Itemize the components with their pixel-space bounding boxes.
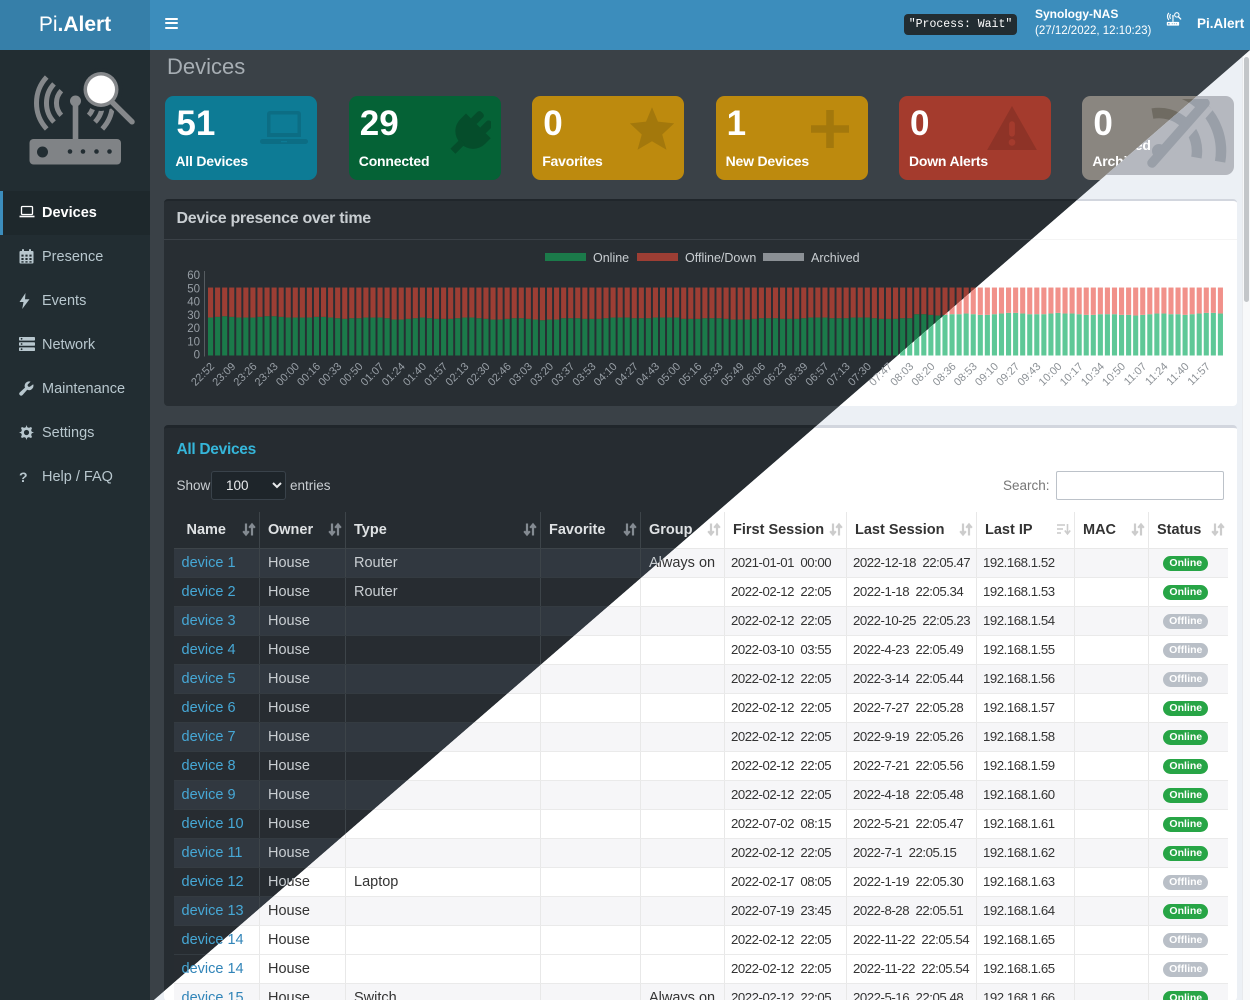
svg-text:08:53: 08:53 <box>951 361 979 389</box>
svg-text:23:26: 23:26 <box>231 361 259 389</box>
svg-text:10:50: 10:50 <box>1100 361 1128 389</box>
svg-text:03:53: 03:53 <box>570 361 598 389</box>
svg-text:01:24: 01:24 <box>379 361 407 389</box>
svg-text:09:43: 09:43 <box>1015 361 1043 389</box>
svg-text:02:30: 02:30 <box>464 361 492 389</box>
svg-text:23:43: 23:43 <box>252 361 280 389</box>
svg-text:02:46: 02:46 <box>485 361 513 389</box>
svg-text:07:13: 07:13 <box>824 361 852 389</box>
svg-text:00:00: 00:00 <box>273 361 301 389</box>
svg-text:05:33: 05:33 <box>697 361 725 389</box>
svg-text:23:09: 23:09 <box>210 361 238 389</box>
svg-text:60: 60 <box>187 270 200 282</box>
svg-text:08:03: 08:03 <box>888 361 916 389</box>
svg-text:09:27: 09:27 <box>994 361 1022 389</box>
svg-text:06:23: 06:23 <box>761 361 789 389</box>
svg-text:Archived: Archived <box>811 251 860 265</box>
svg-text:03:03: 03:03 <box>506 361 534 389</box>
svg-text:?: ? <box>19 469 28 485</box>
svg-text:09:10: 09:10 <box>973 361 1001 389</box>
svg-text:05:49: 05:49 <box>718 361 746 389</box>
svg-text:30: 30 <box>187 310 200 322</box>
svg-text:10: 10 <box>187 336 200 348</box>
svg-text:Online: Online <box>593 251 629 265</box>
svg-text:00:33: 00:33 <box>316 361 344 389</box>
svg-text:10:34: 10:34 <box>1079 361 1107 389</box>
svg-text:0: 0 <box>193 350 199 362</box>
svg-text:02:13: 02:13 <box>443 361 471 389</box>
svg-text:03:20: 03:20 <box>528 361 556 389</box>
svg-text:00:16: 00:16 <box>295 361 323 389</box>
svg-text:05:00: 05:00 <box>655 361 683 389</box>
svg-text:06:06: 06:06 <box>740 361 768 389</box>
svg-text:08:20: 08:20 <box>909 361 937 389</box>
svg-text:20: 20 <box>187 323 200 335</box>
svg-text:05:16: 05:16 <box>676 361 704 389</box>
svg-text:04:27: 04:27 <box>612 361 640 389</box>
svg-text:50: 50 <box>187 283 200 295</box>
svg-text:40: 40 <box>187 297 200 309</box>
svg-text:03:37: 03:37 <box>549 361 577 389</box>
svg-text:Offline/Down: Offline/Down <box>685 251 756 265</box>
svg-text:04:10: 04:10 <box>591 361 619 389</box>
svg-text:10:17: 10:17 <box>1057 361 1085 389</box>
svg-text:11:24: 11:24 <box>1143 361 1170 388</box>
svg-text:00:50: 00:50 <box>337 361 365 389</box>
svg-text:11:07: 11:07 <box>1121 361 1148 388</box>
svg-text:10:00: 10:00 <box>1036 361 1064 389</box>
svg-text:01:07: 01:07 <box>358 361 386 389</box>
svg-text:06:39: 06:39 <box>782 361 810 389</box>
svg-text:01:57: 01:57 <box>422 361 450 389</box>
svg-text:11:57: 11:57 <box>1185 361 1212 388</box>
svg-text:01:40: 01:40 <box>401 361 429 389</box>
svg-text:22:52: 22:52 <box>189 361 217 389</box>
svg-text:11:40: 11:40 <box>1164 361 1191 388</box>
svg-text:04:43: 04:43 <box>634 361 662 389</box>
svg-text:08:36: 08:36 <box>930 361 958 389</box>
svg-text:06:57: 06:57 <box>803 361 831 389</box>
